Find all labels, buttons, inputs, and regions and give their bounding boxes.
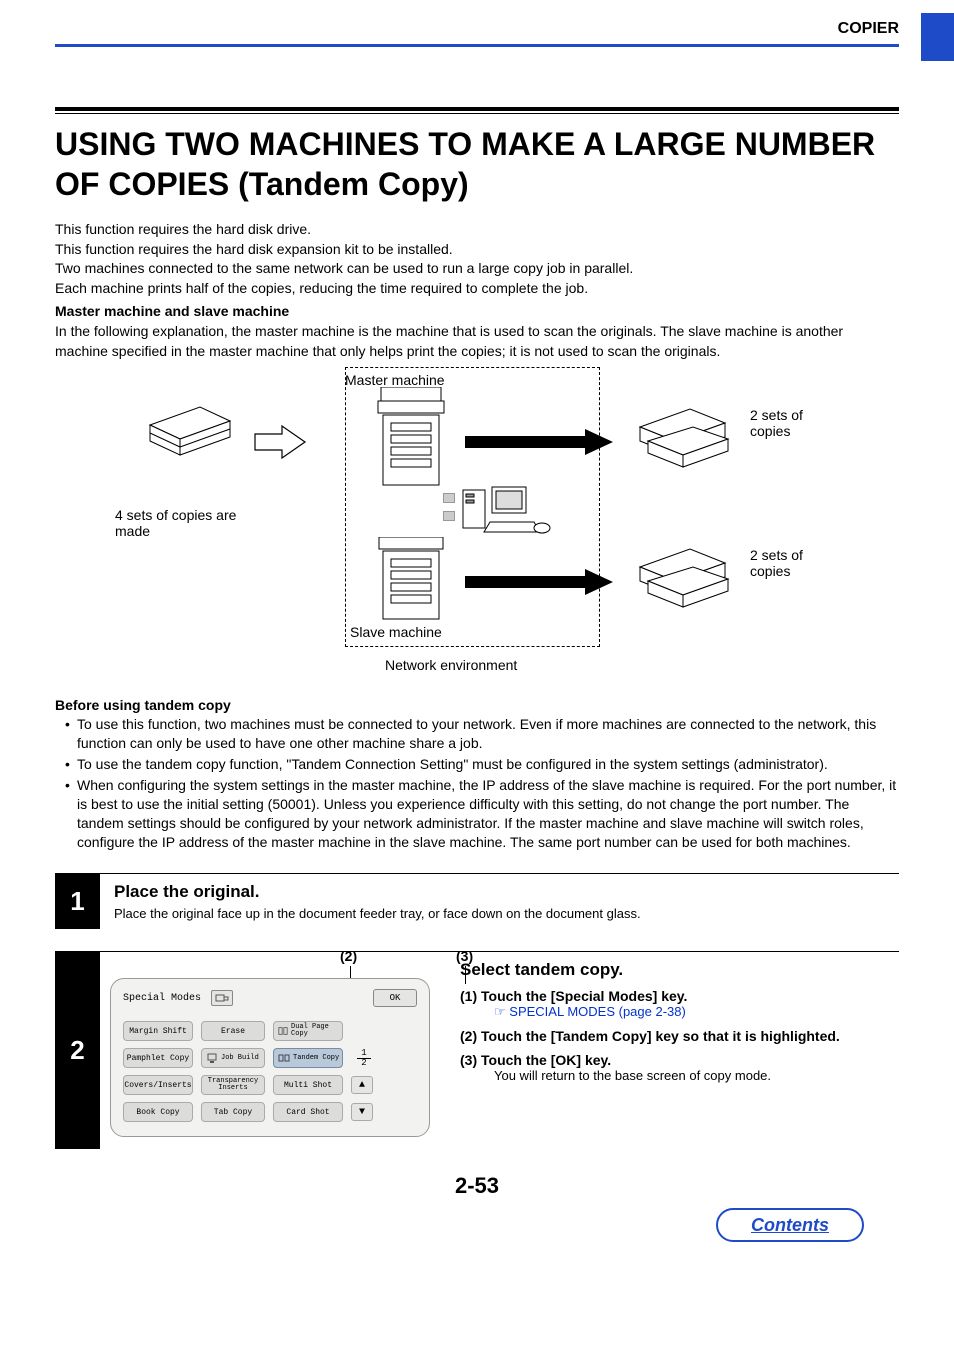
scroll-down-button[interactable]: ▼	[351, 1103, 373, 1121]
network-computer-icon	[460, 482, 555, 545]
page-total: 2	[361, 1058, 366, 1068]
btn-margin-shift[interactable]: Margin Shift	[123, 1021, 193, 1041]
btn-dual-page-copy[interactable]: Dual Page Copy	[273, 1021, 343, 1041]
intro-para-2: This function requires the hard disk exp…	[55, 240, 899, 260]
special-modes-link-suffix: (page 2-38)	[615, 1004, 686, 1019]
btn-margin-shift-label: Margin Shift	[129, 1027, 187, 1036]
step-2-heading: Select tandem copy.	[460, 960, 899, 980]
page-number: 2-53	[55, 1173, 899, 1199]
btn-book-copy-label: Book Copy	[136, 1108, 179, 1117]
output-arrow-top	[465, 427, 615, 460]
label-network: Network environment	[385, 657, 517, 673]
network-node-1	[443, 493, 455, 503]
btn-tab-copy[interactable]: Tab Copy	[201, 1102, 265, 1122]
callout-3-line	[465, 966, 466, 984]
tandem-copy-icon	[278, 1052, 290, 1064]
intro-para-5: In the following explanation, the master…	[55, 322, 899, 361]
btn-card-shot-label: Card Shot	[286, 1108, 329, 1117]
btn-tab-copy-label: Tab Copy	[214, 1108, 252, 1117]
label-2-sets-top: 2 sets of copies	[750, 407, 840, 439]
before-bullet-3: When configuring the system settings in …	[65, 776, 899, 852]
master-machine-icon	[373, 387, 458, 500]
paper-stack-bottom-right	[630, 537, 740, 617]
paper-stack-left	[140, 397, 240, 467]
output-arrow-bottom	[465, 567, 615, 600]
flow-arrow-main	[250, 422, 310, 465]
title-rule-thick	[55, 107, 899, 111]
special-modes-link[interactable]: SPECIAL MODES	[509, 1004, 615, 1019]
label-4-sets: 4 sets of copies are made	[115, 507, 275, 539]
label-master-machine: Master machine	[345, 372, 445, 388]
btn-job-build[interactable]: Job Build	[201, 1048, 265, 1068]
intro-subhead: Master machine and slave machine	[55, 302, 899, 322]
special-modes-panel: Special Modes OK Margin Shift Erase Dua	[110, 978, 430, 1137]
before-bullet-2: To use the tandem copy function, "Tandem…	[65, 755, 899, 774]
step-1-number: 1	[55, 874, 100, 929]
panel-title-icon[interactable]	[211, 990, 233, 1006]
instr-2-label: (2) Touch the [Tandem Copy] key so that …	[460, 1028, 899, 1044]
scroll-up-button[interactable]: ▲	[351, 1076, 373, 1094]
title-rule-thin	[55, 113, 899, 114]
btn-pamphlet-copy[interactable]: Pamphlet Copy	[123, 1048, 193, 1068]
step-2-number: 2	[55, 952, 100, 1149]
btn-book-copy[interactable]: Book Copy	[123, 1102, 193, 1122]
section-header: COPIER	[838, 20, 899, 38]
before-title: Before using tandem copy	[55, 697, 899, 713]
instr-3-label: (3) Touch the [OK] key.	[460, 1052, 899, 1068]
panel-title: Special Modes	[123, 993, 201, 1004]
step-1: 1 Place the original. Place the original…	[55, 874, 899, 929]
btn-erase[interactable]: Erase	[201, 1021, 265, 1041]
ok-button-label: OK	[390, 993, 401, 1003]
intro-para-1: This function requires the hard disk dri…	[55, 220, 899, 240]
callout-3-label: (3)	[456, 948, 473, 964]
contents-button-label: Contents	[751, 1215, 829, 1236]
btn-tandem-copy[interactable]: Tandem Copy	[273, 1048, 343, 1068]
dual-page-icon	[278, 1025, 288, 1037]
label-slave-machine: Slave machine	[350, 624, 442, 640]
btn-erase-label: Erase	[221, 1027, 245, 1036]
intro-para-4: Each machine prints half of the copies, …	[55, 279, 899, 299]
tandem-diagram: 4 sets of copies are made Master machine	[55, 367, 899, 687]
btn-job-build-label: Job Build	[221, 1055, 259, 1062]
btn-covers-label: Covers/Inserts	[124, 1081, 191, 1090]
intro-para-3: Two machines connected to the same netwo…	[55, 259, 899, 279]
instr-3-sub: You will return to the base screen of co…	[494, 1068, 899, 1083]
network-node-2	[443, 511, 455, 521]
btn-covers-inserts[interactable]: Covers/Inserts	[123, 1075, 193, 1095]
step-2: 2 (2) (3) Special Modes OK	[55, 952, 899, 1149]
ok-button[interactable]: OK	[373, 989, 417, 1007]
page-title: USING TWO MACHINES TO MAKE A LARGE NUMBE…	[55, 124, 899, 204]
btn-multi-shot[interactable]: Multi Shot	[273, 1075, 343, 1095]
btn-dual-page-label: Dual Page Copy	[291, 1024, 340, 1038]
job-build-icon	[206, 1052, 218, 1064]
page-indicator: 1 2	[351, 1049, 377, 1068]
btn-transparency-label: Transparency Inserts	[204, 1078, 262, 1092]
btn-tandem-label: Tandem Copy	[293, 1055, 339, 1062]
btn-multi-shot-label: Multi Shot	[284, 1081, 332, 1090]
before-bullet-1: To use this function, two machines must …	[65, 715, 899, 753]
header-rule	[55, 44, 899, 47]
step-1-title: Place the original.	[114, 882, 899, 902]
btn-pamphlet-label: Pamphlet Copy	[127, 1054, 189, 1063]
arrow-down-icon: ▼	[359, 1107, 365, 1118]
arrow-up-icon: ▲	[359, 1080, 365, 1091]
paper-stack-top-right	[630, 397, 740, 477]
btn-transparency-inserts[interactable]: Transparency Inserts	[201, 1075, 265, 1095]
label-2-sets-bottom: 2 sets of copies	[750, 547, 840, 579]
btn-card-shot[interactable]: Card Shot	[273, 1102, 343, 1122]
slave-machine-icon	[373, 537, 458, 635]
callout-2-label: (2)	[340, 948, 357, 964]
step-1-text: Place the original face up in the docume…	[114, 906, 899, 921]
contents-button[interactable]: Contents	[716, 1208, 864, 1242]
instr-1-label: (1) Touch the [Special Modes] key.	[460, 988, 899, 1004]
